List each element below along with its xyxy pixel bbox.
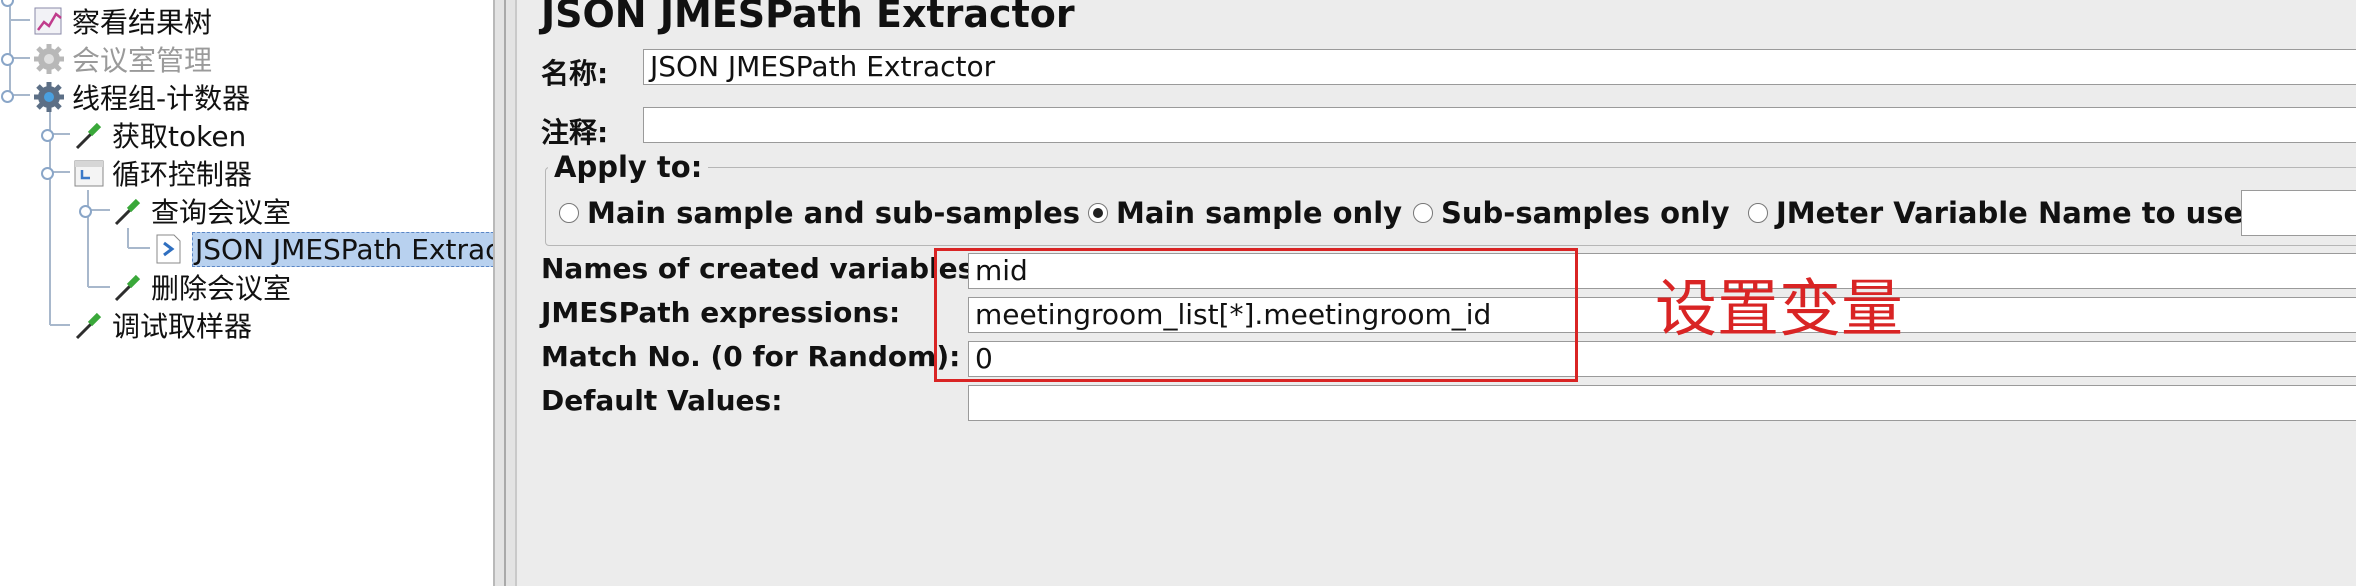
tree-item-delete-meeting-room[interactable]: 删除会议室 bbox=[111, 269, 291, 305]
tree-item-thread-group[interactable]: 线程组-计数器 bbox=[32, 79, 250, 115]
tree-toggle-handle[interactable] bbox=[41, 129, 54, 142]
radio-sub-samples-only[interactable]: Sub-samples only bbox=[1413, 196, 1730, 230]
tree-item-label: 调试取样器 bbox=[112, 310, 253, 343]
tree-item-label: 循环控制器 bbox=[112, 158, 253, 191]
split-pane-divider[interactable] bbox=[493, 0, 517, 586]
loop-controller-icon bbox=[74, 160, 104, 187]
tree-item-label: 会议室管理 bbox=[72, 44, 213, 77]
tree-item-loop-controller[interactable]: 循环控制器 bbox=[72, 155, 252, 191]
extractor-config-panel: JSON JMESPath Extractor 名称: JSON JMESPat… bbox=[517, 0, 2356, 586]
radio-jmeter-variable[interactable]: JMeter Variable Name to use bbox=[1748, 196, 2243, 230]
name-field[interactable]: JSON JMESPath Extractor bbox=[643, 49, 2356, 85]
tree-item-query-meeting-room[interactable]: 查询会议室 bbox=[111, 193, 291, 229]
radio-main-and-sub-samples[interactable]: Main sample and sub-samples bbox=[559, 196, 1080, 230]
tree-item-label: 察看结果树 bbox=[72, 6, 213, 39]
pipette-icon bbox=[75, 312, 102, 340]
radio-button[interactable] bbox=[1413, 203, 1433, 223]
tree-item-view-results-tree[interactable]: 察看结果树 bbox=[32, 3, 212, 39]
field-label: JMESPath expressions: bbox=[541, 296, 901, 329]
comment-field[interactable] bbox=[643, 107, 2356, 143]
test-plan-tree[interactable]: 察看结果树 会议室管理 线程组-计数器 获取token 循环控制器 查询会议室 … bbox=[0, 0, 504, 586]
tree-item-debug-sampler[interactable]: 调试取样器 bbox=[72, 307, 252, 343]
radio-label: Main sample only bbox=[1116, 196, 1403, 230]
tree-item-get-token[interactable]: 获取token bbox=[72, 117, 246, 153]
tree-item-meeting-room-mgmt[interactable]: 会议室管理 bbox=[32, 41, 212, 77]
tree-toggle-handle[interactable] bbox=[79, 205, 92, 218]
radio-main-sample-only[interactable]: Main sample only bbox=[1088, 196, 1402, 230]
field-label: Match No. (0 for Random): bbox=[541, 340, 961, 373]
jmeter-variable-name-field[interactable] bbox=[2241, 190, 2356, 236]
apply-to-legend: Apply to: bbox=[554, 150, 703, 184]
pipette-icon bbox=[114, 274, 141, 302]
field-label: Names of created variables: bbox=[541, 252, 986, 285]
extractor-icon bbox=[156, 234, 181, 264]
page-title: JSON JMESPath Extractor bbox=[541, 0, 1075, 36]
tree-toggle-handle[interactable] bbox=[1, 90, 14, 103]
tree-item-label: 删除会议室 bbox=[151, 272, 292, 305]
tree-toggle-handle[interactable] bbox=[41, 167, 54, 180]
tree-item-json-extractor[interactable]: JSON JMESPath Extrac bbox=[152, 231, 504, 267]
gear-icon bbox=[34, 82, 64, 112]
pipette-icon bbox=[75, 122, 102, 150]
name-label: 名称: bbox=[541, 57, 609, 90]
radio-label: JMeter Variable Name to use bbox=[1776, 196, 2244, 230]
radio-button-selected[interactable] bbox=[1088, 203, 1108, 223]
pipette-icon bbox=[114, 198, 141, 226]
annotation-text: 设置变量 bbox=[1655, 272, 1904, 345]
tree-item-label: JSON JMESPath Extrac bbox=[192, 231, 504, 267]
graph-icon bbox=[34, 7, 62, 35]
tree-item-label: 查询会议室 bbox=[151, 196, 292, 229]
comment-label: 注释: bbox=[541, 116, 609, 149]
tree-item-label: 获取token bbox=[112, 120, 247, 153]
radio-label: Sub-samples only bbox=[1441, 196, 1730, 230]
radio-button[interactable] bbox=[1748, 203, 1768, 223]
field-label: Default Values: bbox=[541, 384, 783, 417]
tree-item-label: 线程组-计数器 bbox=[72, 82, 251, 115]
radio-button[interactable] bbox=[559, 203, 579, 223]
default-values-field[interactable] bbox=[968, 385, 2356, 421]
gear-icon bbox=[34, 44, 64, 74]
radio-label: Main sample and sub-samples bbox=[587, 196, 1081, 230]
tree-toggle-handle[interactable] bbox=[1, 53, 14, 66]
annotation-highlight-box bbox=[934, 248, 1578, 382]
